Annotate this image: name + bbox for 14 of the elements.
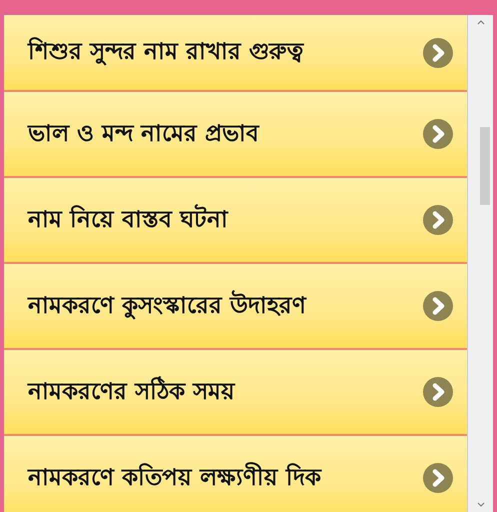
- chevron-right-icon: [423, 119, 453, 149]
- scrollbar[interactable]: [468, 15, 493, 512]
- topic-item[interactable]: নামকরণে কতিপয় লক্ষ্যণীয় দিক: [4, 436, 467, 512]
- chevron-right-icon: [423, 38, 453, 68]
- topic-item[interactable]: নামকরণে কুসংস্কারের উদাহরণ: [4, 264, 467, 350]
- topic-item[interactable]: শিশুর সুন্দর নাম রাখার গুরুত্ব: [4, 15, 467, 92]
- chevron-right-icon: [423, 291, 453, 321]
- chevron-right-icon: [423, 205, 453, 235]
- topic-item[interactable]: নাম নিয়ে বাস্তব ঘটনা: [4, 178, 467, 264]
- topic-item[interactable]: নামকরণের সঠিক সময়: [4, 350, 467, 436]
- topic-item[interactable]: ভাল ও মন্দ নামের প্রভাব: [4, 92, 467, 178]
- chevron-right-icon: [423, 377, 453, 407]
- scroll-thumb[interactable]: [480, 127, 490, 205]
- chevron-right-icon: [423, 463, 453, 493]
